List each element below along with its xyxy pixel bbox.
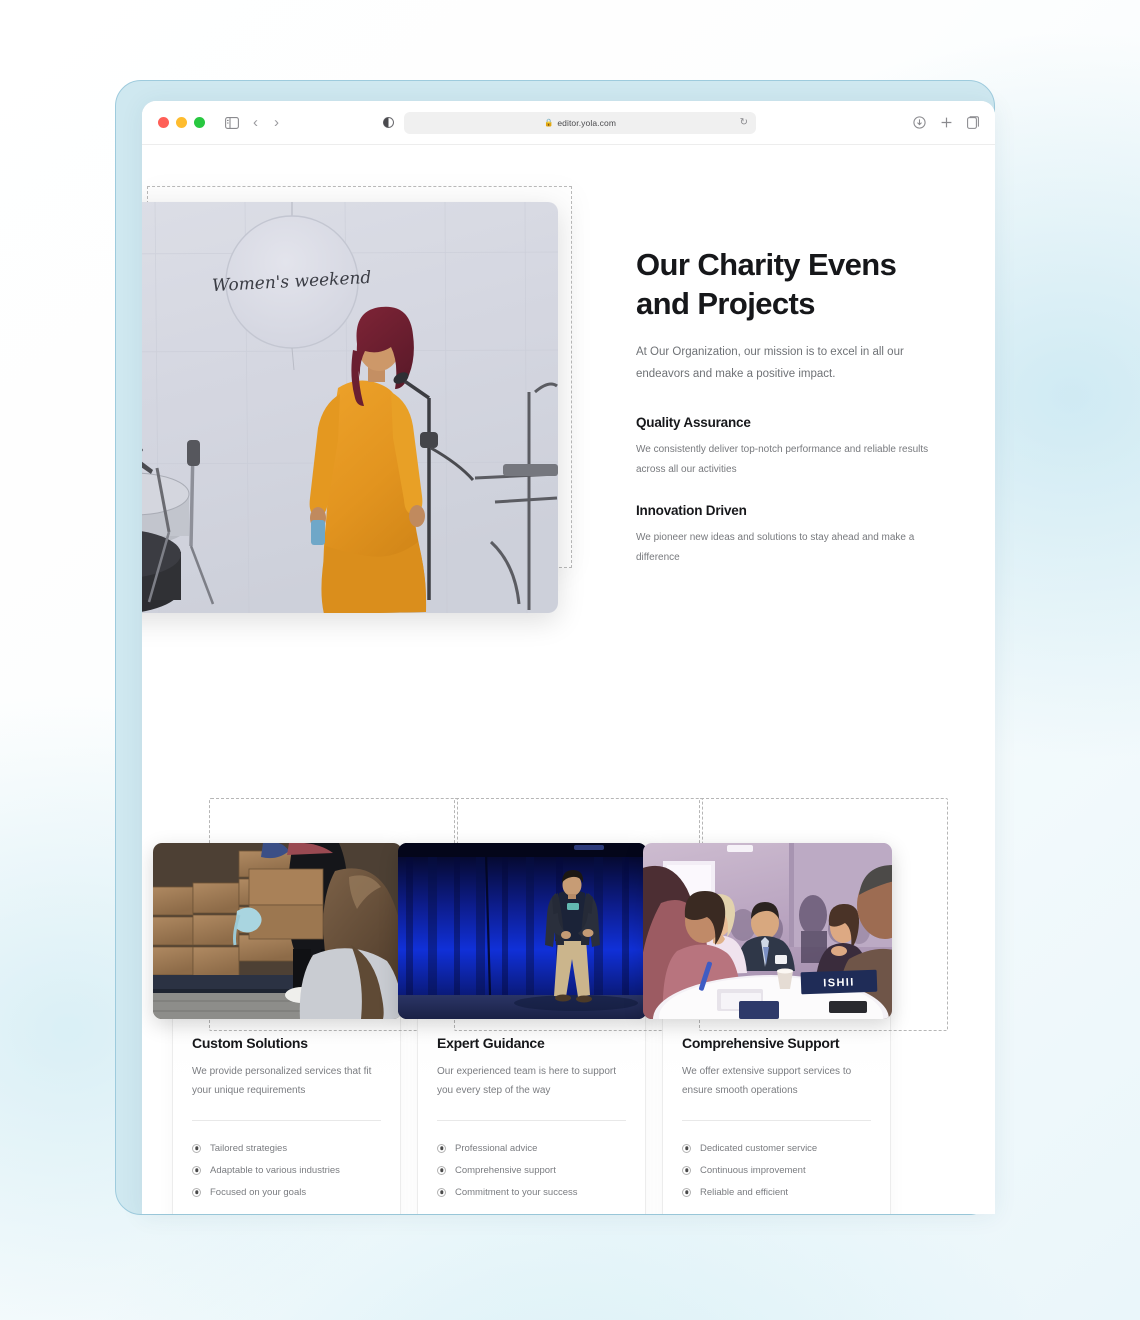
card-title: Expert Guidance xyxy=(437,1035,545,1051)
list-item: Adaptable to various industries xyxy=(192,1159,381,1181)
card-divider xyxy=(682,1120,871,1122)
bullet-icon xyxy=(192,1143,201,1153)
card-comprehensive-support[interactable]: ISHII Comprehensive Support We offer ext… xyxy=(643,798,948,1214)
hero-subtitle: At Our Organization, our mission is to e… xyxy=(636,346,904,381)
bullet-icon xyxy=(682,1187,691,1197)
close-window-button[interactable] xyxy=(158,117,169,128)
list-item-label: Focused on your goals xyxy=(210,1186,307,1198)
list-item-label: Comprehensive support xyxy=(455,1164,556,1176)
card-feature-list: Professional advice Comprehensive suppor… xyxy=(437,1137,626,1203)
feature-description: We pioneer new ideas and solutions to st… xyxy=(636,532,915,563)
card-description: We offer extensive support services to e… xyxy=(682,1066,852,1097)
list-item-label: Reliable and efficient xyxy=(700,1186,789,1198)
list-item-label: Continuous improvement xyxy=(700,1164,806,1176)
reader-view-icon[interactable] xyxy=(383,116,394,129)
card-expert-guidance[interactable]: Expert Guidance Our experienced team is … xyxy=(398,798,703,1214)
address-bar[interactable]: 🔒 editor.yola.com ↻ xyxy=(404,111,756,134)
bullet-icon xyxy=(192,1187,201,1197)
list-item: Reliable and efficient xyxy=(682,1181,871,1203)
bullet-icon xyxy=(437,1143,446,1153)
bullet-icon xyxy=(437,1187,446,1197)
list-item-label: Commitment to your success xyxy=(455,1186,578,1198)
hero-image[interactable]: Women's weekend xyxy=(142,202,558,613)
maximize-window-button[interactable] xyxy=(194,117,205,128)
browser-toolbar: ‹ › 🔒 editor.yola.com ↻ xyxy=(142,101,995,145)
card-divider xyxy=(437,1120,626,1122)
feature-quality-assurance: Quality Assurance We consistently delive… xyxy=(636,415,936,479)
list-item: Continuous improvement xyxy=(682,1159,871,1181)
list-item: Comprehensive support xyxy=(437,1159,626,1181)
list-item: Professional advice xyxy=(437,1137,626,1159)
card-description: We provide personalized services that fi… xyxy=(192,1066,372,1097)
list-item-label: Adaptable to various industries xyxy=(210,1164,340,1176)
bullet-icon xyxy=(192,1165,201,1175)
page-title: Our Charity Evens and Projects xyxy=(636,247,897,322)
feature-title: Innovation Driven xyxy=(636,503,747,519)
toolbar-right-actions xyxy=(913,116,979,129)
new-tab-icon[interactable] xyxy=(940,116,953,129)
tab-overview-icon[interactable] xyxy=(967,116,979,129)
navigation-arrows[interactable]: ‹ › xyxy=(253,114,279,131)
hero-text-block: Our Charity Evens and Projects At Our Or… xyxy=(636,245,936,567)
bullet-icon xyxy=(682,1165,691,1175)
list-item-label: Professional advice xyxy=(455,1142,538,1154)
reload-icon[interactable]: ↻ xyxy=(740,117,748,128)
list-item-label: Dedicated customer service xyxy=(700,1142,818,1154)
list-item: Focused on your goals xyxy=(192,1181,381,1203)
feature-description: We consistently deliver top-notch perfor… xyxy=(636,444,929,475)
minimize-window-button[interactable] xyxy=(176,117,187,128)
back-button[interactable]: ‹ xyxy=(253,114,258,131)
svg-text:ISHII: ISHII xyxy=(823,976,855,989)
bullet-icon xyxy=(437,1165,446,1175)
card-image[interactable] xyxy=(398,843,647,1019)
card-title: Custom Solutions xyxy=(192,1035,308,1051)
sidebar-toggle-icon[interactable] xyxy=(225,116,239,129)
list-item: Commitment to your success xyxy=(437,1181,626,1203)
lock-icon: 🔒 xyxy=(543,118,554,127)
bullet-icon xyxy=(682,1143,691,1153)
card-title: Comprehensive Support xyxy=(682,1035,840,1051)
card-description: Our experienced team is here to support … xyxy=(437,1066,616,1097)
list-item-label: Tailored strategies xyxy=(210,1142,288,1154)
browser-window: ‹ › 🔒 editor.yola.com ↻ Women's weekend … xyxy=(142,101,995,1214)
cards-row: Custom Solutions We provide personalized… xyxy=(153,798,967,1214)
card-image[interactable]: ISHII xyxy=(643,843,892,1019)
downloads-icon[interactable] xyxy=(913,116,926,129)
card-divider xyxy=(192,1120,381,1122)
card-image[interactable] xyxy=(153,843,402,1019)
forward-button[interactable]: › xyxy=(274,114,279,131)
card-feature-list: Tailored strategies Adaptable to various… xyxy=(192,1137,381,1203)
card-feature-list: Dedicated customer service Continuous im… xyxy=(682,1137,871,1203)
list-item: Dedicated customer service xyxy=(682,1137,871,1159)
feature-innovation-driven: Innovation Driven We pioneer new ideas a… xyxy=(636,503,936,567)
window-controls[interactable] xyxy=(158,117,205,128)
card-custom-solutions[interactable]: Custom Solutions We provide personalized… xyxy=(153,798,458,1214)
feature-title: Quality Assurance xyxy=(636,415,751,431)
website-canvas: Women's weekend Our Charity Evens and Pr… xyxy=(142,145,995,1214)
url-text: editor.yola.com xyxy=(557,117,616,128)
list-item: Tailored strategies xyxy=(192,1137,381,1159)
